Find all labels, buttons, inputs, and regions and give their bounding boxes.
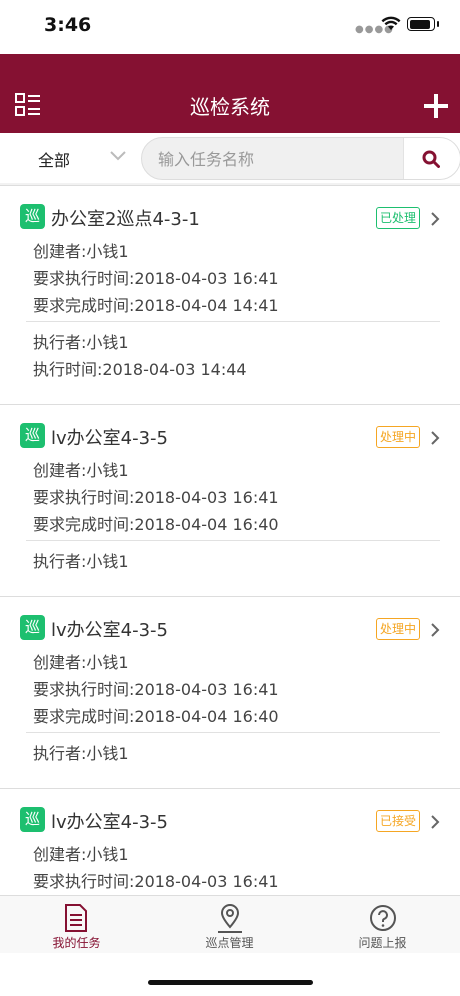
tab-label: 巡点管理 [205,936,254,950]
tab-label: 问题上报 [358,936,407,950]
task-exec-required: 要求执行时间:2018-04-03 16:41 [33,269,279,288]
task-creator: 创建者:小钱1 [33,845,129,864]
search-input[interactable] [156,138,410,179]
document-icon [65,904,87,932]
chevron-right-icon [431,212,440,226]
add-task-button[interactable] [424,94,448,118]
task-executor: 执行者:小钱1 [33,333,129,352]
home-indicator [0,953,460,996]
search-button[interactable] [403,138,460,179]
task-executor: 执行者:小钱1 [33,744,129,763]
task-exec-required: 要求执行时间:2018-04-03 16:41 [33,680,279,699]
battery-icon [407,17,439,31]
task-exec-required: 要求执行时间:2018-04-03 16:41 [33,488,279,507]
task-finish-required: 要求完成时间:2018-04-04 16:40 [33,515,279,534]
task-list: 巡 办公室2巡点4-3-1 已处理 创建者:小钱1 要求执行时间:2018-04… [0,185,460,895]
status-bar: 3:46 ●●●● [0,0,460,54]
tab-patrol-points[interactable]: 巡点管理 [153,896,306,954]
task-card[interactable]: 巡 lv办公室4-3-5 处理中 创建者:小钱1 要求执行时间:2018-04-… [0,596,460,788]
patrol-badge-icon: 巡 [20,204,45,229]
page-title: 巡检系统 [190,95,270,119]
status-badge: 已处理 [376,207,421,229]
task-creator: 创建者:小钱1 [33,653,129,672]
tab-bar: 我的任务 巡点管理 问题上报 [0,895,460,954]
card-divider [26,732,440,733]
app-header: 巡检系统 [0,54,460,133]
search-box [141,137,460,180]
status-badge: 处理中 [376,618,421,640]
task-creator: 创建者:小钱1 [33,461,129,480]
task-name: lv办公室4-3-5 [51,812,168,833]
task-card[interactable]: 巡 lv办公室4-3-5 处理中 创建者:小钱1 要求执行时间:2018-04-… [0,404,460,596]
task-card[interactable]: 巡 lv办公室4-3-5 已接受 创建者:小钱1 要求执行时间:2018-04-… [0,788,460,895]
patrol-badge-icon: 巡 [20,807,45,832]
tab-label: 我的任务 [52,936,101,950]
card-divider [26,321,440,322]
tab-my-tasks[interactable]: 我的任务 [0,896,153,954]
card-divider [26,540,440,541]
scope-dropdown[interactable]: 全部 [38,147,70,171]
task-creator: 创建者:小钱1 [33,242,129,261]
task-name: 办公室2巡点4-3-1 [51,209,200,230]
patrol-badge-icon: 巡 [20,615,45,640]
search-icon [422,150,440,168]
wifi-icon [381,16,401,30]
chevron-right-icon [431,815,440,829]
task-exec-required: 要求执行时间:2018-04-03 16:41 [33,872,279,891]
task-finish-required: 要求完成时间:2018-04-04 14:41 [33,296,279,315]
status-time: 3:46 [44,14,92,36]
map-pin-icon [218,904,242,933]
question-icon [370,905,396,931]
status-badge: 已接受 [376,810,421,832]
status-badge: 处理中 [376,426,421,448]
task-exec-time: 执行时间:2018-04-03 14:44 [33,360,247,379]
chevron-down-icon[interactable] [110,149,126,161]
task-name: lv办公室4-3-5 [51,620,168,641]
task-finish-required: 要求完成时间:2018-04-04 16:40 [33,707,279,726]
chevron-right-icon [431,623,440,637]
task-executor: 执行者:小钱1 [33,552,129,571]
tab-report-issue[interactable]: 问题上报 [306,896,459,954]
filter-bar: 全部 [0,133,460,183]
task-card[interactable]: 巡 办公室2巡点4-3-1 已处理 创建者:小钱1 要求执行时间:2018-04… [0,185,460,404]
task-name: lv办公室4-3-5 [51,428,168,449]
chevron-right-icon [431,431,440,445]
patrol-badge-icon: 巡 [20,423,45,448]
